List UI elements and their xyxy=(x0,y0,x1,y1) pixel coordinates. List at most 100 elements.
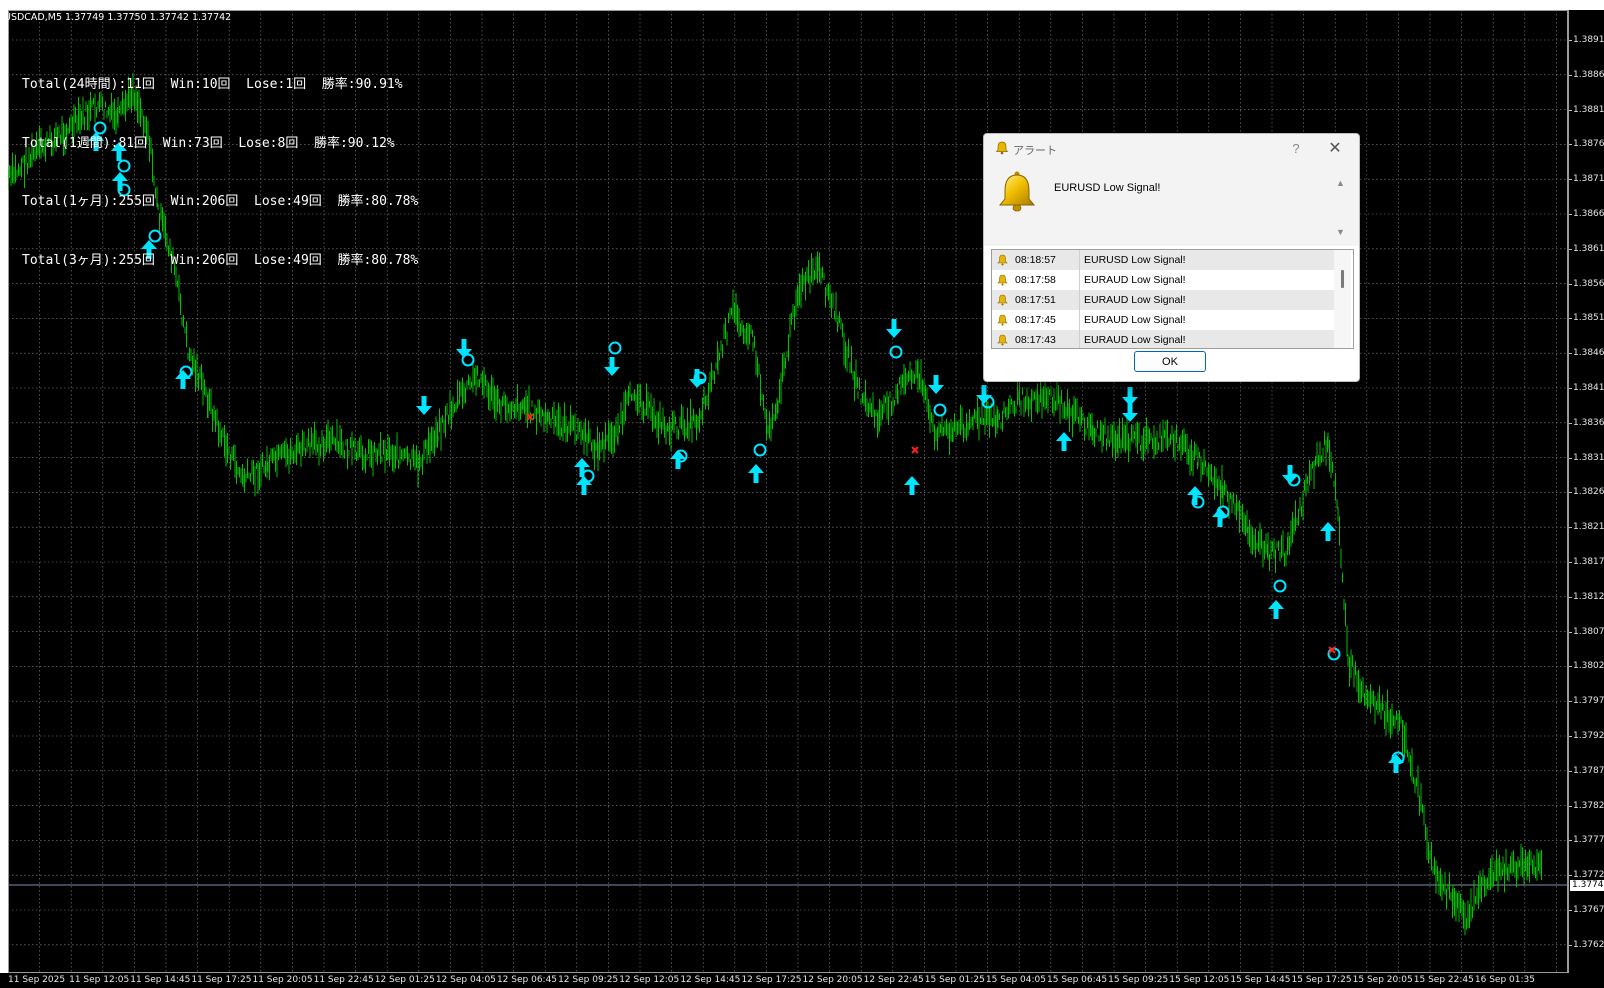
result-circle-icon xyxy=(461,353,475,367)
price-tick xyxy=(1569,596,1572,598)
price-tick xyxy=(1569,875,1572,877)
alert-dialog[interactable]: アラート ? ✕ EURUSD Low Signal! ▲ ▼ 08:18:57… xyxy=(983,133,1360,382)
result-circle-icon xyxy=(1327,647,1341,661)
price-label: 1.38910 xyxy=(1573,35,1604,45)
time-label: 15 Sep 17:25 xyxy=(1291,975,1352,985)
alert-titlebar[interactable]: アラート ? ✕ xyxy=(984,134,1359,165)
alert-row-message: EURAUD Low Signal! xyxy=(1084,334,1186,346)
time-label: 12 Sep 01:25 xyxy=(374,975,435,985)
time-label: 15 Sep 20:05 xyxy=(1352,975,1413,985)
time-scale[interactable]: 11 Sep 2025 11 Sep 12:05 11 Sep 14:45 11 Se… xyxy=(0,973,1604,988)
bell-icon xyxy=(998,171,1036,212)
price-tick xyxy=(1569,422,1572,424)
stats-line-1month: Total(1ヶ月):255回 Win:206回 Lose:49回 勝率:80.… xyxy=(22,194,419,209)
chart-window: USDCAD,M5 1.37749 1.37750 1.37742 1.3774… xyxy=(0,0,1604,988)
price-label: 1.38020 xyxy=(1573,661,1604,672)
price-label: 1.38760 xyxy=(1573,139,1604,150)
price-tick xyxy=(1569,283,1572,285)
price-tick xyxy=(1569,248,1572,250)
stats-panel: Total(24時間):11回 Win:10回 Lose:1回 勝率:90.91… xyxy=(22,36,418,309)
alert-title: アラート xyxy=(1013,145,1057,157)
price-label: 1.38515 xyxy=(1573,313,1604,324)
price-label: 1.37920 xyxy=(1573,731,1604,741)
price-tick xyxy=(1569,179,1572,181)
alert-history-row[interactable]: 08:17:43 EURAUD Low Signal! xyxy=(992,330,1334,348)
ok-button[interactable]: OK xyxy=(1134,351,1206,372)
bell-icon xyxy=(997,294,1008,306)
price-label: 1.37720 xyxy=(1573,870,1604,881)
price-tick xyxy=(1569,388,1572,389)
time-label: 11 Sep 22:45 xyxy=(313,975,374,985)
buy-arrow-icon xyxy=(748,464,764,483)
column-divider xyxy=(1079,250,1080,270)
price-tick xyxy=(1569,492,1572,494)
alert-history-row[interactable]: 08:18:57 EURUSD Low Signal! xyxy=(992,250,1334,270)
price-label: 1.37670 xyxy=(1573,905,1604,915)
buy-arrow-icon xyxy=(175,370,191,389)
result-circle-icon xyxy=(753,443,767,457)
sell-arrow-icon xyxy=(886,319,902,338)
column-divider xyxy=(1079,290,1080,310)
time-label: 12 Sep 14:45 xyxy=(680,975,741,985)
price-tick xyxy=(1569,40,1572,41)
scroll-down-icon[interactable]: ▼ xyxy=(1336,227,1345,237)
sell-arrow-icon xyxy=(928,375,944,394)
price-tick xyxy=(1569,527,1572,529)
time-label: 12 Sep 12:05 xyxy=(619,975,680,985)
price-label: 1.38170 xyxy=(1573,557,1604,567)
current-price-badge: 1.37742 xyxy=(1570,880,1604,891)
help-button[interactable]: ? xyxy=(1284,138,1308,160)
time-label: 15 Sep 14:45 xyxy=(1230,975,1291,985)
price-tick xyxy=(1569,701,1572,703)
sell-arrow-icon xyxy=(1122,403,1138,422)
alert-history-row[interactable]: 08:17:51 EURAUD Low Signal! xyxy=(992,290,1334,310)
stats-line-24h: Total(24時間):11回 Win:10回 Lose:1回 勝率:90.91… xyxy=(22,77,403,92)
price-tick xyxy=(1569,109,1572,111)
list-scrollbar[interactable] xyxy=(1334,250,1351,348)
price-label: 1.38565 xyxy=(1573,278,1604,289)
alert-history-list[interactable]: 08:18:57 EURUSD Low Signal! 08:17:58 EURAUD… xyxy=(991,249,1354,349)
price-label: 1.38215 xyxy=(1573,522,1604,533)
buy-arrow-icon xyxy=(904,476,920,495)
price-tick xyxy=(1569,770,1572,772)
time-label: 15 Sep 09:25 xyxy=(1108,975,1169,985)
alert-row-message: EURUSD Low Signal! xyxy=(1084,254,1186,266)
price-tick xyxy=(1569,318,1572,320)
symbol-header: USDCAD,M5 1.37749 1.37750 1.37742 1.3774… xyxy=(4,12,232,23)
price-label: 1.38810 xyxy=(1573,104,1604,115)
alert-time: 08:17:58 xyxy=(1015,274,1056,286)
price-label: 1.38120 xyxy=(1573,591,1604,602)
time-label: 15 Sep 22:45 xyxy=(1413,975,1474,985)
alert-time: 08:17:43 xyxy=(1015,334,1056,346)
price-label: 1.37870 xyxy=(1573,765,1604,776)
time-label: 12 Sep 17:25 xyxy=(741,975,802,985)
time-label: 11 Sep 12:05 xyxy=(69,975,130,985)
price-label: 1.38415 xyxy=(1573,383,1604,393)
time-label: 11 Sep 2025 xyxy=(8,975,66,985)
price-label: 1.37770 xyxy=(1573,835,1604,846)
price-tick xyxy=(1569,457,1572,459)
scroll-thumb[interactable] xyxy=(1341,270,1344,288)
scroll-up-icon[interactable]: ▲ xyxy=(1336,178,1345,188)
price-tick xyxy=(1569,910,1572,911)
alert-time: 08:17:51 xyxy=(1015,294,1056,306)
price-label: 1.38315 xyxy=(1573,452,1604,463)
time-label: 12 Sep 22:45 xyxy=(863,975,924,985)
buy-arrow-icon xyxy=(1320,522,1336,541)
alert-history-row[interactable]: 08:17:45 EURAUD Low Signal! xyxy=(992,310,1334,330)
alert-history-row[interactable]: 08:17:58 EURAUD Low Signal! xyxy=(992,270,1334,290)
stats-line-3months: Total(3ヶ月):255回 Win:206回 Lose:49回 勝率:80.… xyxy=(22,252,419,268)
price-label: 1.38365 xyxy=(1573,417,1604,428)
bell-icon xyxy=(997,334,1008,346)
time-label: 12 Sep 20:05 xyxy=(802,975,863,985)
price-tick xyxy=(1569,631,1572,633)
loss-cross-icon xyxy=(526,413,534,421)
price-label: 1.37970 xyxy=(1573,696,1604,707)
price-scale[interactable]: 1.38910 1.38860 1.38810 1.38760 1.38715 1.386… xyxy=(1568,10,1604,973)
price-label: 1.38070 xyxy=(1573,626,1604,637)
alert-time: 08:17:45 xyxy=(1015,314,1056,326)
close-button[interactable]: ✕ xyxy=(1322,138,1348,160)
bell-icon xyxy=(997,254,1008,266)
price-label: 1.38265 xyxy=(1573,487,1604,498)
column-divider xyxy=(1079,330,1080,348)
